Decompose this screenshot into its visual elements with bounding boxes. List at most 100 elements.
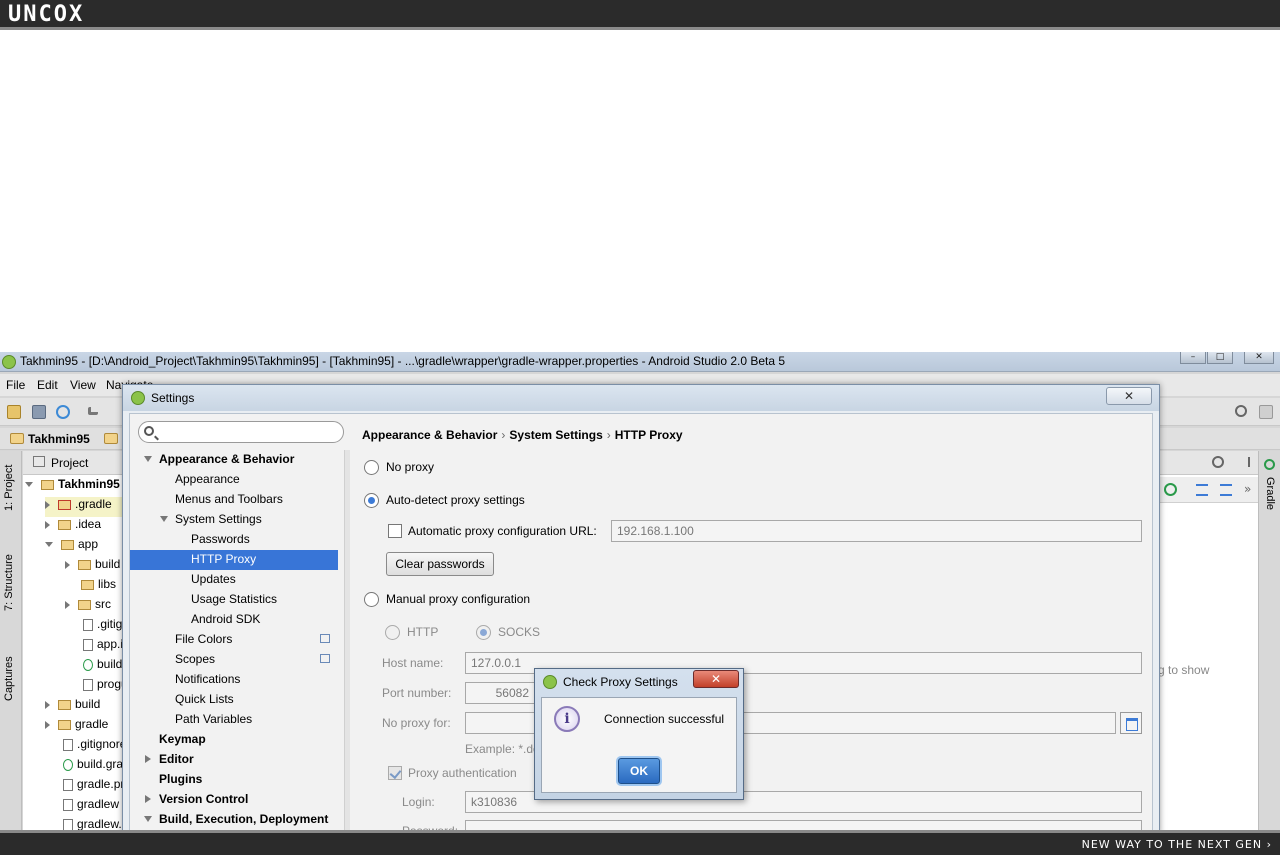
user-icon[interactable] — [1259, 405, 1273, 419]
info-icon: i — [554, 706, 580, 732]
auto-detect-label: Auto-detect proxy settings — [386, 493, 525, 507]
settings-search-input[interactable] — [138, 421, 344, 443]
folder-icon — [61, 539, 74, 550]
tree-usage-statistics[interactable]: Usage Statistics — [130, 590, 338, 610]
tree-appearance-behavior[interactable]: Appearance & Behavior — [130, 450, 338, 470]
file-icon — [63, 818, 73, 830]
file-icon — [63, 778, 73, 791]
breadcrumb-system-settings: System Settings — [509, 428, 603, 442]
brand-logo: UNCOX — [8, 2, 85, 27]
tree-item-root[interactable]: Takhmin95 — [25, 477, 125, 497]
refresh-icon[interactable] — [1164, 483, 1177, 496]
tree-quick-lists[interactable]: Quick Lists — [130, 690, 338, 710]
no-proxy-for-label: No proxy for: — [382, 716, 451, 730]
nav-crumb-project[interactable]: Takhmin95 — [28, 432, 90, 446]
expand-all-icon[interactable] — [1196, 484, 1208, 496]
folder-icon — [81, 579, 94, 590]
check-proxy-close-button[interactable]: ✕ — [693, 670, 739, 688]
sync-icon[interactable] — [56, 405, 70, 419]
tab-structure[interactable]: 7: Structure — [3, 554, 15, 611]
settings-breadcrumb: Appearance & Behavior › System Settings › HT… — [362, 428, 683, 442]
search-everywhere-icon[interactable] — [1235, 405, 1247, 417]
proxy-auth-checkbox[interactable] — [388, 766, 402, 780]
window-close-button[interactable]: ✕ — [1244, 352, 1274, 364]
undo-icon[interactable] — [88, 407, 98, 415]
tab-captures[interactable]: Captures — [3, 656, 15, 701]
nav-folder-icon[interactable] — [104, 433, 118, 444]
manual-proxy-label: Manual proxy configuration — [386, 592, 531, 606]
gradle-file-icon — [83, 658, 93, 671]
hide-panel-icon[interactable] — [1238, 457, 1250, 467]
example-hint: Example: *.do — [465, 742, 540, 756]
tree-file-colors[interactable]: File Colors — [130, 630, 338, 650]
project-level-icon — [320, 634, 330, 643]
tree-system-settings[interactable]: System Settings — [130, 510, 338, 530]
auto-config-url-checkbox[interactable] — [388, 524, 402, 538]
breadcrumb-http-proxy: HTTP Proxy — [614, 428, 683, 442]
gradle-file-icon — [63, 758, 73, 771]
no-proxy-radio[interactable] — [364, 460, 379, 475]
tree-notifications[interactable]: Notifications — [130, 670, 338, 690]
tree-passwords[interactable]: Passwords — [130, 530, 338, 550]
check-proxy-title: Check Proxy Settings — [563, 675, 678, 689]
open-folder-icon[interactable] — [7, 405, 21, 419]
host-name-label: Host name: — [382, 656, 444, 670]
gradle-toolbar: » — [1158, 477, 1258, 503]
tab-project[interactable]: 1: Project — [3, 465, 15, 511]
tree-updates[interactable]: Updates — [130, 570, 338, 590]
settings-tree: Appearance & Behavior Appearance Menus a… — [130, 450, 345, 833]
project-panel-header: Project — [23, 451, 123, 475]
folder-icon — [78, 559, 91, 570]
menu-edit[interactable]: Edit — [37, 378, 58, 392]
tree-plugins[interactable]: Plugins — [130, 770, 338, 790]
manual-proxy-radio[interactable] — [364, 592, 379, 607]
file-icon — [63, 798, 73, 811]
login-label: Login: — [402, 795, 435, 809]
file-icon — [83, 638, 93, 651]
expand-field-icon[interactable] — [1120, 712, 1142, 734]
tree-android-sdk[interactable]: Android SDK — [130, 610, 338, 630]
tree-scopes[interactable]: Scopes — [130, 650, 338, 670]
no-proxy-label: No proxy — [386, 460, 435, 474]
ok-button[interactable]: OK — [618, 758, 660, 784]
tree-menus-toolbars[interactable]: Menus and Toolbars — [130, 490, 338, 510]
project-panel: Project Takhmin95 .gradle .idea app buil… — [23, 451, 183, 830]
tree-editor[interactable]: Editor — [130, 750, 338, 770]
clear-passwords-button[interactable]: Clear passwords — [386, 552, 494, 576]
port-number-input[interactable]: 56082 — [465, 682, 535, 704]
tree-build-execution-deployment[interactable]: Build, Execution, Deployment — [130, 810, 338, 830]
save-icon[interactable] — [32, 405, 46, 419]
gear-icon[interactable] — [1212, 456, 1224, 468]
android-studio-icon — [2, 355, 16, 369]
ide-titlebar: Takhmin95 - [D:\Android_Project\Takhmin9… — [0, 352, 1280, 372]
breadcrumb-separator-icon: › — [606, 428, 611, 442]
project-panel-title[interactable]: Project — [51, 456, 88, 470]
folder-icon — [41, 479, 54, 490]
gradle-panel: » g to show — [1158, 451, 1258, 830]
check-proxy-message: Connection successful — [604, 712, 725, 726]
socks-radio[interactable] — [476, 625, 491, 640]
file-icon — [83, 678, 93, 691]
http-radio[interactable] — [385, 625, 400, 640]
minimize-button[interactable]: – — [1180, 352, 1206, 364]
tree-keymap[interactable]: Keymap — [130, 730, 338, 750]
more-icon[interactable]: » — [1244, 482, 1251, 496]
tree-version-control[interactable]: Version Control — [130, 790, 338, 810]
proxy-auth-label: Proxy authentication — [408, 766, 517, 780]
maximize-button[interactable]: □ — [1207, 352, 1233, 364]
settings-tree-scrollbar[interactable] — [344, 450, 350, 833]
tree-appearance[interactable]: Appearance — [130, 470, 338, 490]
auto-config-url-input[interactable]: 192.168.1.100 — [611, 520, 1142, 542]
right-tool-stripe: Gradle — [1258, 451, 1280, 830]
tree-path-variables[interactable]: Path Variables — [130, 710, 338, 730]
collapse-all-icon[interactable] — [1220, 484, 1232, 496]
auto-detect-radio[interactable] — [364, 493, 379, 508]
tree-http-proxy[interactable]: HTTP Proxy — [130, 550, 338, 570]
menu-view[interactable]: View — [70, 378, 96, 392]
check-proxy-body: i Connection successful OK — [541, 697, 737, 793]
menu-file[interactable]: File — [6, 378, 25, 392]
settings-close-button[interactable]: ✕ — [1106, 387, 1152, 405]
search-icon — [144, 426, 154, 436]
file-icon — [83, 618, 93, 631]
tab-gradle[interactable]: Gradle — [1264, 477, 1276, 510]
